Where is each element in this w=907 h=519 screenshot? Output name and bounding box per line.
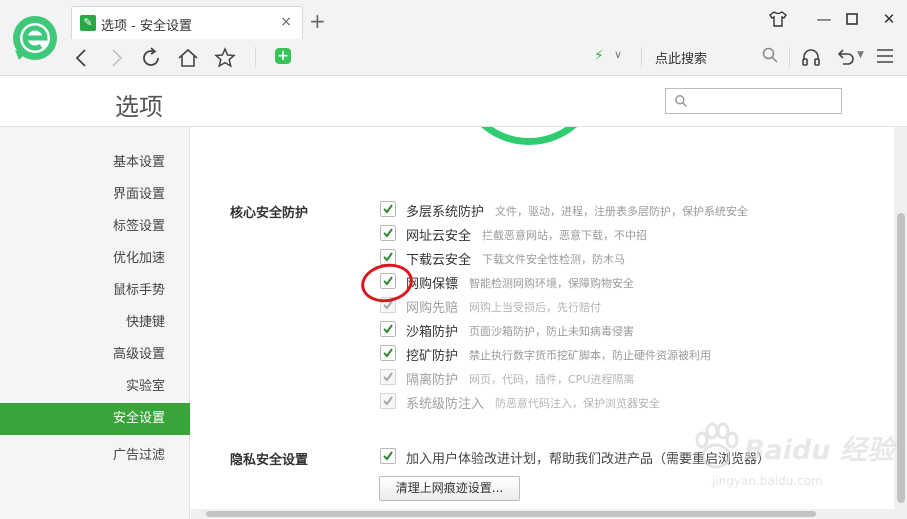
baidu-jingyan-watermark: Baidu 经验 jingyan.baidu.com (692, 422, 894, 494)
browser-chrome: ✎ 选项 - 安全设置 × + — ✕ + ⚡ ∨ 点此搜索 ▼ (0, 0, 907, 76)
security-shield-icon[interactable]: + (275, 48, 291, 64)
vertical-scrollbar[interactable] (894, 127, 907, 519)
options-search-input[interactable] (692, 92, 837, 110)
sidebar-item-mouse-gesture[interactable]: 鼠标手势 (0, 275, 190, 307)
new-tab-button[interactable]: + (309, 9, 326, 33)
sidebar-item-basic[interactable]: 基本设置 (0, 147, 190, 179)
lightning-icon[interactable]: ⚡ (594, 48, 604, 64)
hamburger-menu-icon[interactable] (876, 48, 894, 64)
checkbox[interactable] (380, 249, 396, 265)
settings-sidebar: 基本设置 界面设置 标签设置 优化加速 鼠标手势 快捷键 高级设置 实验室 安全… (0, 127, 190, 519)
page-title: 选项 (115, 93, 163, 121)
option-name: 网购保镖 (406, 277, 459, 292)
option-desc: 网页，代码，插件，CPU进程隔离 (469, 373, 635, 386)
chevron-down-icon[interactable]: ∨ (614, 48, 622, 61)
search-icon[interactable] (761, 46, 779, 64)
chevron-down-icon[interactable]: ▼ (857, 50, 864, 60)
option-desc: 网购上当受损后，先行赔付 (469, 301, 601, 314)
sidebar-item-interface[interactable]: 界面设置 (0, 179, 190, 211)
watermark-url: jingyan.baidu.com (712, 474, 823, 488)
tab-close-icon[interactable]: × (280, 14, 292, 30)
toolbar-divider (255, 47, 256, 67)
option-name: 系统级防注入 (406, 397, 485, 412)
option-desc: 智能检测网购环境，保障购物安全 (469, 277, 634, 290)
sidebar-item-security[interactable]: 安全设置 (0, 403, 190, 435)
option-desc: 下载文件安全性检测，防木马 (482, 253, 625, 266)
option-name: 隔离防护 (406, 373, 459, 388)
option-name: 网址云安全 (406, 229, 472, 244)
options-search-box[interactable] (665, 88, 842, 114)
sidebar-item-advanced[interactable]: 高级设置 (0, 339, 190, 371)
toolbar-divider (789, 47, 790, 67)
back-arrow-icon[interactable] (70, 46, 94, 70)
wrench-icon: ✎ (80, 15, 96, 31)
option-desc: 禁止执行数字货币挖矿脚本，防止硬件资源被利用 (469, 349, 711, 362)
home-icon[interactable] (176, 46, 200, 70)
checkbox[interactable] (380, 345, 396, 361)
sidebar-item-tabs[interactable]: 标签设置 (0, 211, 190, 243)
forward-arrow-icon[interactable] (104, 46, 128, 70)
tab-options[interactable]: ✎ 选项 - 安全设置 × (71, 6, 303, 39)
option-desc: 文件，驱动，进程，注册表多层防护，保护系统安全 (495, 205, 748, 218)
skin-shirt-icon[interactable] (767, 8, 789, 30)
option-name: 下载云安全 (406, 253, 472, 268)
search-box[interactable]: 点此搜索 (655, 48, 707, 67)
options-header: 选项 (0, 76, 907, 127)
sidebar-item-optimize[interactable]: 优化加速 (0, 243, 190, 275)
security-score-ring (456, 127, 602, 145)
sidebar-item-adblock[interactable]: 广告过滤 (0, 440, 190, 472)
favorite-star-icon[interactable] (213, 46, 237, 70)
checkbox[interactable] (380, 201, 396, 217)
checkbox (380, 393, 396, 409)
watermark-text: Baidu 经验 (744, 435, 895, 466)
option-name: 网购先赔 (406, 301, 459, 316)
browser-logo-icon[interactable] (11, 14, 59, 62)
maximize-button[interactable] (841, 8, 863, 30)
tab-title: 选项 - 安全设置 (101, 19, 192, 34)
minimize-button[interactable]: — (813, 8, 835, 30)
horizontal-scroll-thumb[interactable] (206, 511, 816, 517)
horizontal-scrollbar[interactable] (191, 509, 894, 519)
toolbar-divider (641, 47, 642, 67)
checkbox[interactable] (380, 225, 396, 241)
option-name: 挖矿防护 (406, 349, 459, 364)
search-icon (675, 95, 688, 108)
option-desc: 拦截恶意网站，恶意下载，不中招 (482, 229, 647, 242)
checkbox[interactable] (380, 321, 396, 337)
option-desc: 防恶意代码注入，保护浏览器安全 (495, 397, 660, 410)
core-security-title: 核心安全防护 (230, 206, 309, 221)
headphone-icon[interactable] (800, 46, 822, 68)
clear-trace-settings-button[interactable]: 清理上网痕迹设置... (379, 476, 520, 501)
sidebar-item-shortcuts[interactable]: 快捷键 (0, 307, 190, 339)
paw-icon (695, 422, 739, 469)
refresh-icon[interactable] (139, 46, 163, 70)
checkbox[interactable] (380, 448, 396, 464)
sidebar-item-lab[interactable]: 实验室 (0, 371, 190, 403)
vertical-scroll-thumb[interactable] (897, 213, 905, 503)
undo-icon[interactable] (834, 46, 856, 68)
privacy-security-title: 隐私安全设置 (230, 453, 309, 468)
option-name: 多层系统防护 (406, 205, 485, 220)
option-desc: 页面沙箱防护，防止未知病毒侵害 (469, 325, 634, 338)
close-window-button[interactable]: ✕ (878, 8, 900, 30)
option-name: 沙箱防护 (406, 325, 459, 340)
checkbox (380, 369, 396, 385)
